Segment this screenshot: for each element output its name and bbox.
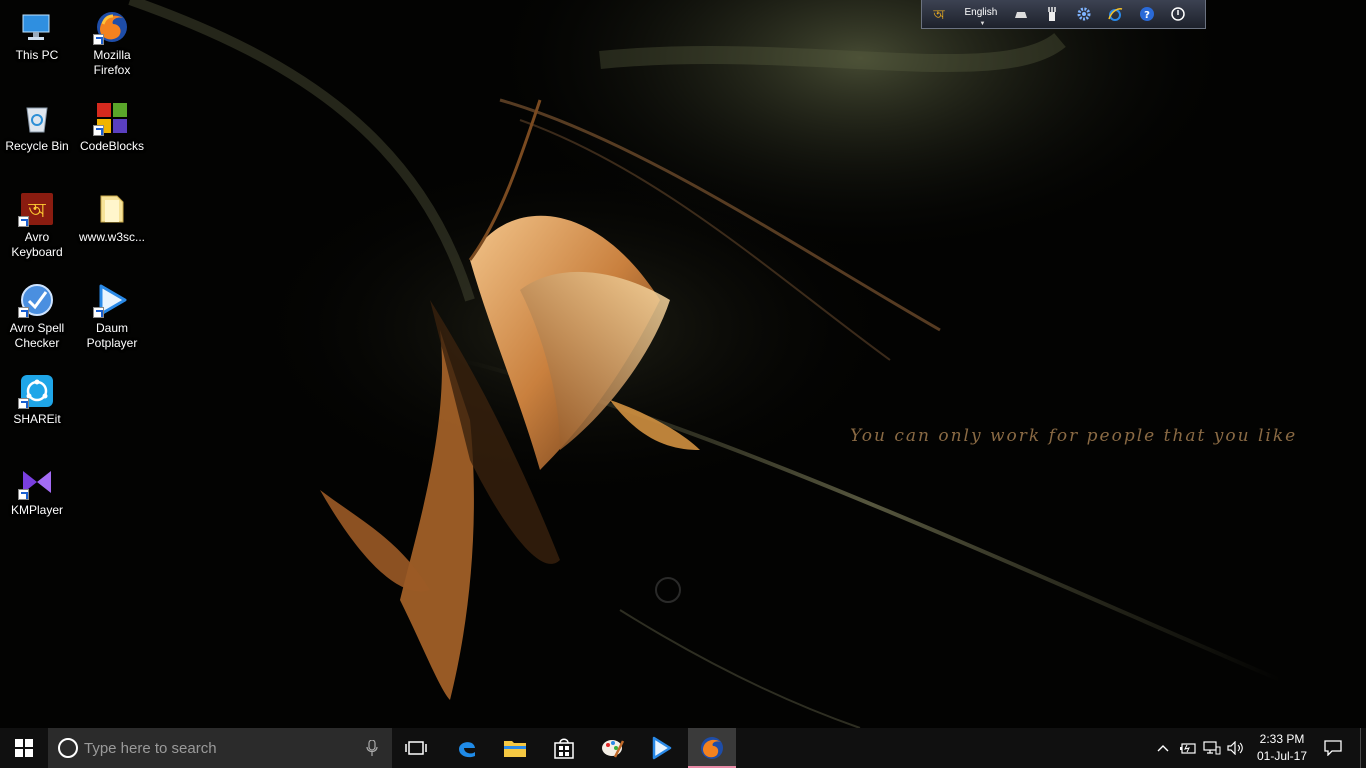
- layout-editor-icon[interactable]: [1042, 3, 1063, 25]
- taskbar-clock[interactable]: 2:33 PM 01-Jul-17: [1248, 731, 1316, 765]
- language-label: English: [964, 6, 998, 18]
- battery-tray-button[interactable]: [1176, 728, 1200, 768]
- chevron-up-icon: [1157, 745, 1169, 752]
- search-placeholder: Type here to search: [84, 739, 217, 757]
- shortcut-arrow-icon: [18, 307, 29, 318]
- svg-text:?: ?: [1144, 10, 1150, 21]
- internet-explorer-icon[interactable]: [1105, 3, 1126, 25]
- taskbar: Type here to search 2:33 PM 01-Jul-17: [0, 728, 1366, 768]
- chevron-down-icon: ▼: [979, 20, 986, 27]
- taskbar-firefox-button[interactable]: [688, 728, 736, 768]
- taskbar-paint-button[interactable]: [589, 728, 637, 768]
- desktop-wallpaper: You can only work for people that you li…: [0, 0, 1366, 728]
- clock-date: 01-Jul-17: [1256, 749, 1308, 763]
- wallpaper-art: [0, 0, 1366, 728]
- keyboard-layout-icon[interactable]: [1010, 3, 1031, 25]
- folder-icon: [95, 192, 129, 226]
- action-center-button[interactable]: [1318, 728, 1348, 768]
- recycle-bin-icon: [20, 101, 54, 135]
- network-tray-button[interactable]: [1200, 728, 1224, 768]
- network-icon: [1203, 741, 1221, 755]
- show-hidden-icons-button[interactable]: [1152, 728, 1174, 768]
- desktop-icon-avro-keyboard[interactable]: অ Avro Keyboard: [1, 184, 73, 270]
- start-button[interactable]: [0, 728, 48, 768]
- firefox-icon: [701, 737, 723, 759]
- svg-text:অ: অ: [27, 198, 46, 222]
- power-icon[interactable]: [1168, 3, 1189, 25]
- language-selector[interactable]: English ▼: [959, 6, 1002, 27]
- show-desktop-button[interactable]: [1360, 728, 1366, 768]
- clock-time: 2:33 PM: [1259, 732, 1305, 746]
- shortcut-arrow-icon: [18, 216, 29, 227]
- desktop-icon-daum-potplayer[interactable]: Daum Potplayer: [76, 275, 148, 361]
- avro-logo-icon[interactable]: অ: [928, 3, 949, 25]
- settings-icon[interactable]: [1073, 3, 1094, 25]
- shareit-icon: [18, 374, 54, 409]
- svg-text:অ: অ: [932, 8, 945, 22]
- paint-icon: [602, 740, 625, 758]
- taskbar-store-button[interactable]: [540, 728, 588, 768]
- desktop-icon-recycle-bin[interactable]: Recycle Bin: [1, 93, 73, 179]
- desktop-icon-this-pc[interactable]: This PC: [1, 2, 73, 88]
- microphone-icon[interactable]: [366, 740, 378, 756]
- wallpaper-quote: You can only work for people that you li…: [850, 426, 1298, 446]
- shortcut-arrow-icon: [93, 307, 104, 318]
- edge-icon: [459, 742, 475, 758]
- help-icon[interactable]: ?: [1136, 3, 1157, 25]
- cortana-icon: [58, 738, 78, 758]
- battery-icon: [1180, 743, 1196, 754]
- windows-logo-icon: [15, 739, 33, 757]
- potplayer-icon: [93, 283, 129, 318]
- taskbar-edge-button[interactable]: [443, 728, 491, 768]
- notification-icon: [1324, 740, 1342, 756]
- shortcut-arrow-icon: [93, 125, 104, 136]
- taskbar-potplayer-button[interactable]: [637, 728, 685, 768]
- desktop-icon-shareit[interactable]: SHAREit: [1, 366, 73, 452]
- volume-icon: [1227, 741, 1243, 755]
- volume-tray-button[interactable]: [1224, 728, 1248, 768]
- avro-spell-checker-icon: [18, 283, 54, 318]
- desktop-icon-codeblocks[interactable]: CodeBlocks: [76, 93, 148, 179]
- shortcut-arrow-icon: [93, 34, 104, 45]
- potplayer-icon: [652, 736, 672, 760]
- avro-keyboard-icon: অ: [18, 192, 54, 227]
- desktop-icon-mozilla-firefox[interactable]: Mozilla Firefox: [76, 2, 148, 88]
- shortcut-arrow-icon: [18, 398, 29, 409]
- this-pc-icon: [20, 10, 54, 44]
- shortcut-arrow-icon: [18, 489, 29, 500]
- kmplayer-icon: [18, 465, 54, 500]
- firefox-icon: [93, 10, 129, 45]
- codeblocks-icon: [93, 101, 129, 136]
- file-explorer-icon: [504, 741, 526, 757]
- task-view-icon: [405, 741, 427, 755]
- taskbar-file-explorer-button[interactable]: [491, 728, 539, 768]
- store-icon: [554, 738, 574, 759]
- desktop-icon-w3schools-folder[interactable]: www.w3sc...: [76, 184, 148, 270]
- avro-keyboard-toolbar: অ English ▼ ?: [921, 0, 1206, 29]
- desktop-icon-avro-spell-checker[interactable]: Avro Spell Checker: [1, 275, 73, 361]
- task-view-button[interactable]: [392, 728, 440, 768]
- taskbar-search-box[interactable]: Type here to search: [48, 728, 392, 768]
- desktop-icon-kmplayer[interactable]: KMPlayer: [1, 457, 73, 543]
